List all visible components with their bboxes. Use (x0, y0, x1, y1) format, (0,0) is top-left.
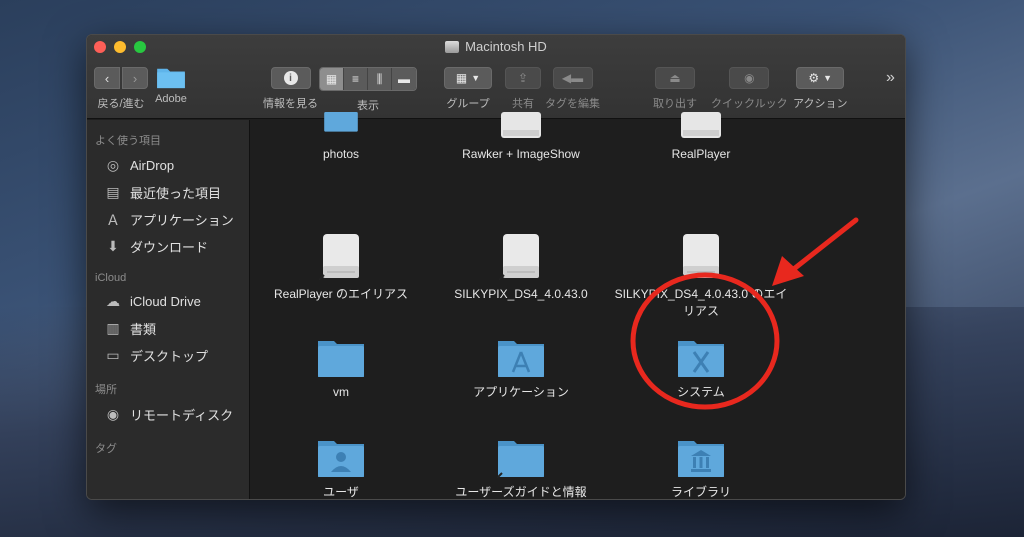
toolbar: Macintosh HD ‹ › 戻る/進む Adobe i 情報を見る ▦ ≡… (87, 35, 905, 119)
chevron-down-icon: ▼ (823, 73, 833, 83)
folder-icon (324, 112, 358, 132)
view-label: 表示 (357, 100, 379, 112)
view-mode-control[interactable]: ▦ ≡ ⫼ ▬ (319, 67, 417, 91)
tag-label: タグを編集 (545, 98, 600, 110)
sidebar-item-recents[interactable]: ▤ 最近使った項目 (87, 179, 249, 206)
grid-icon: ▦ (455, 71, 468, 85)
icon-view-icon[interactable]: ▦ (320, 68, 344, 90)
file-item-silkypix-alias[interactable]: SILKYPIX_DS4_4.0.43.0 のエイリアス (611, 232, 791, 320)
system-folder-icon (678, 341, 724, 377)
group-button[interactable]: ▦ ▼ (444, 67, 492, 89)
applications-folder-icon (498, 341, 544, 377)
eject-button[interactable]: ⏏ (655, 67, 695, 89)
sidebar-item-documents[interactable]: ▥ 書類 (87, 315, 249, 342)
eject-icon: ⏏ (669, 71, 681, 85)
sidebar-item-remote-disc[interactable]: ◉ リモートディスク (87, 401, 249, 428)
info-label: 情報を見る (263, 98, 318, 110)
gear-icon: ⚙ (808, 71, 820, 85)
back-icon[interactable]: ‹ (94, 67, 120, 89)
folder-icon (157, 68, 185, 89)
disk-alias-icon (319, 234, 359, 280)
file-item-realplayer-alias[interactable]: RealPlayer のエイリアス (251, 232, 431, 303)
recents-icon: ▤ (106, 184, 120, 200)
tag-group: ◀▬ タグを編集 (545, 67, 600, 111)
forward-icon[interactable]: › (122, 67, 148, 89)
nav-label: 戻る/進む (97, 98, 145, 110)
folder-alias-icon (497, 441, 544, 478)
quicklook-label: クイックルック (711, 98, 788, 110)
disk-icon (681, 112, 721, 138)
file-item-photos[interactable]: photos (251, 112, 431, 163)
desktop-icon: ▭ (106, 347, 120, 363)
info-button[interactable]: i (270, 67, 311, 89)
sidebar-item-airdrop[interactable]: ◎ AirDrop (87, 152, 249, 179)
file-item-applications[interactable]: アプリケーション (431, 338, 611, 401)
window-title: Macintosh HD (87, 39, 905, 54)
quicklook-group: ◉ クイックルック (711, 67, 788, 111)
group-label: グループ (446, 98, 490, 110)
eject-label: 取り出す (653, 98, 697, 110)
action-label: アクション (793, 98, 848, 110)
info-icon: i (283, 71, 298, 85)
sidebar-item-icloud-drive[interactable]: ☁ iCloud Drive (87, 288, 249, 315)
disc-icon: ◉ (106, 406, 120, 422)
disk-alias-icon (501, 112, 541, 138)
action-group: ⚙ ▼ アクション (793, 67, 847, 111)
list-view-icon[interactable]: ≡ (344, 68, 368, 90)
share-group: ⇪ 共有 (505, 67, 541, 111)
users-folder-icon (318, 441, 364, 477)
eject-group: ⏏ 取り出す (653, 67, 697, 111)
sidebar-item-downloads[interactable]: ⬇ ダウンロード (87, 233, 249, 260)
file-item-rawker[interactable]: Rawker + ImageShow (431, 112, 611, 163)
sidebar-tags-header: タグ (95, 443, 117, 455)
share-icon: ⇪ (517, 71, 529, 85)
file-item-system[interactable]: システム (611, 338, 791, 401)
share-label: 共有 (512, 98, 534, 110)
tag-icon: ◀▬ (561, 71, 584, 85)
downloads-icon: ⬇ (107, 238, 119, 254)
disk-alias-icon (499, 234, 539, 280)
group-group: ▦ ▼ グループ (444, 67, 492, 111)
adobe-label: Adobe (155, 93, 187, 105)
file-item-users-guide[interactable]: ユーザーズガイドと情報 (431, 438, 611, 499)
action-button[interactable]: ⚙ ▼ (796, 67, 845, 89)
file-item-realplayer[interactable]: RealPlayer (611, 112, 791, 163)
library-folder-icon (678, 441, 724, 477)
adobe-shortcut[interactable]: Adobe (155, 65, 187, 105)
info-group: i 情報を見る (263, 67, 318, 111)
sidebar: よく使う項目 ◎ AirDrop ▤ 最近使った項目 Ａ アプリケーション ⬇ … (87, 120, 250, 499)
share-button[interactable]: ⇪ (505, 67, 541, 89)
sidebar-item-desktop[interactable]: ▭ デスクトップ (87, 342, 249, 369)
sidebar-icloud-header: iCloud (95, 272, 127, 284)
documents-icon: ▥ (106, 320, 120, 336)
file-grid: photos Rawker + ImageShow RealPlayer Rea… (251, 112, 905, 499)
hard-drive-icon (445, 40, 460, 53)
toolbar-overflow-button[interactable]: » (886, 69, 895, 87)
sidebar-places-header: 場所 (95, 384, 117, 396)
sidebar-item-applications[interactable]: Ａ アプリケーション (87, 206, 249, 233)
file-item-users[interactable]: ユーザ (251, 438, 431, 499)
column-view-icon[interactable]: ⫼ (368, 68, 392, 90)
cloud-icon: ☁ (106, 293, 120, 309)
applications-icon: Ａ (106, 211, 120, 228)
disk-alias-icon (679, 234, 719, 280)
folder-icon (318, 341, 364, 377)
nav-group: ‹ › 戻る/進む (94, 67, 148, 111)
chevron-down-icon: ▼ (471, 73, 481, 83)
back-forward-control[interactable]: ‹ › (94, 67, 148, 89)
file-item-library[interactable]: ライブラリ (611, 438, 791, 499)
file-item-silkypix[interactable]: SILKYPIX_DS4_4.0.43.0 (431, 232, 611, 303)
eye-icon: ◉ (744, 71, 755, 85)
file-item-vm[interactable]: vm (251, 338, 431, 401)
airdrop-icon: ◎ (106, 157, 120, 173)
sidebar-favorites-header: よく使う項目 (95, 135, 161, 147)
tag-button[interactable]: ◀▬ (552, 67, 593, 89)
finder-window: Macintosh HD ‹ › 戻る/進む Adobe i 情報を見る ▦ ≡… (86, 34, 906, 500)
gallery-view-icon[interactable]: ▬ (392, 68, 416, 90)
view-group: ▦ ≡ ⫼ ▬ 表示 (319, 67, 417, 113)
quicklook-button[interactable]: ◉ (729, 67, 770, 89)
